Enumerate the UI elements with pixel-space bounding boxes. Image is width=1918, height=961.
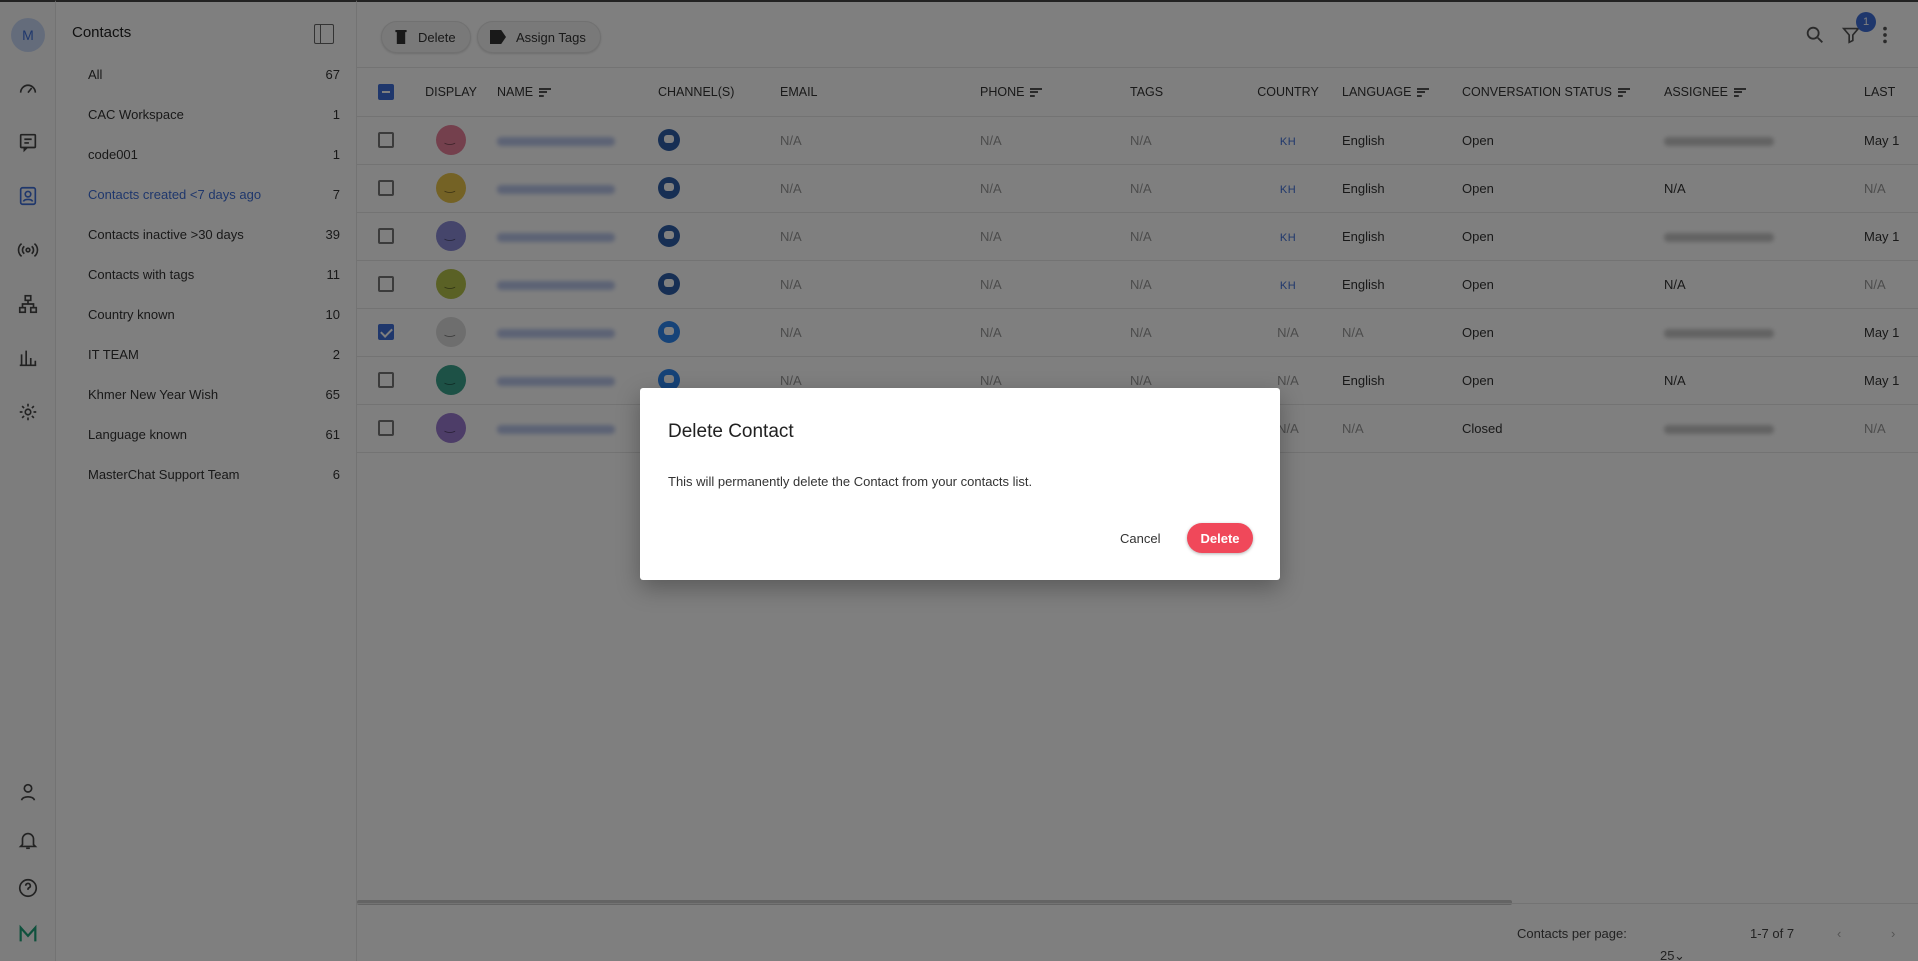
cancel-button[interactable]: Cancel	[1110, 524, 1170, 552]
delete-contact-dialog: Delete Contact This will permanently del…	[640, 388, 1280, 580]
dialog-body: This will permanently delete the Contact…	[668, 474, 1033, 489]
confirm-delete-button[interactable]: Delete	[1187, 523, 1253, 553]
dialog-title: Delete Contact	[668, 421, 794, 442]
